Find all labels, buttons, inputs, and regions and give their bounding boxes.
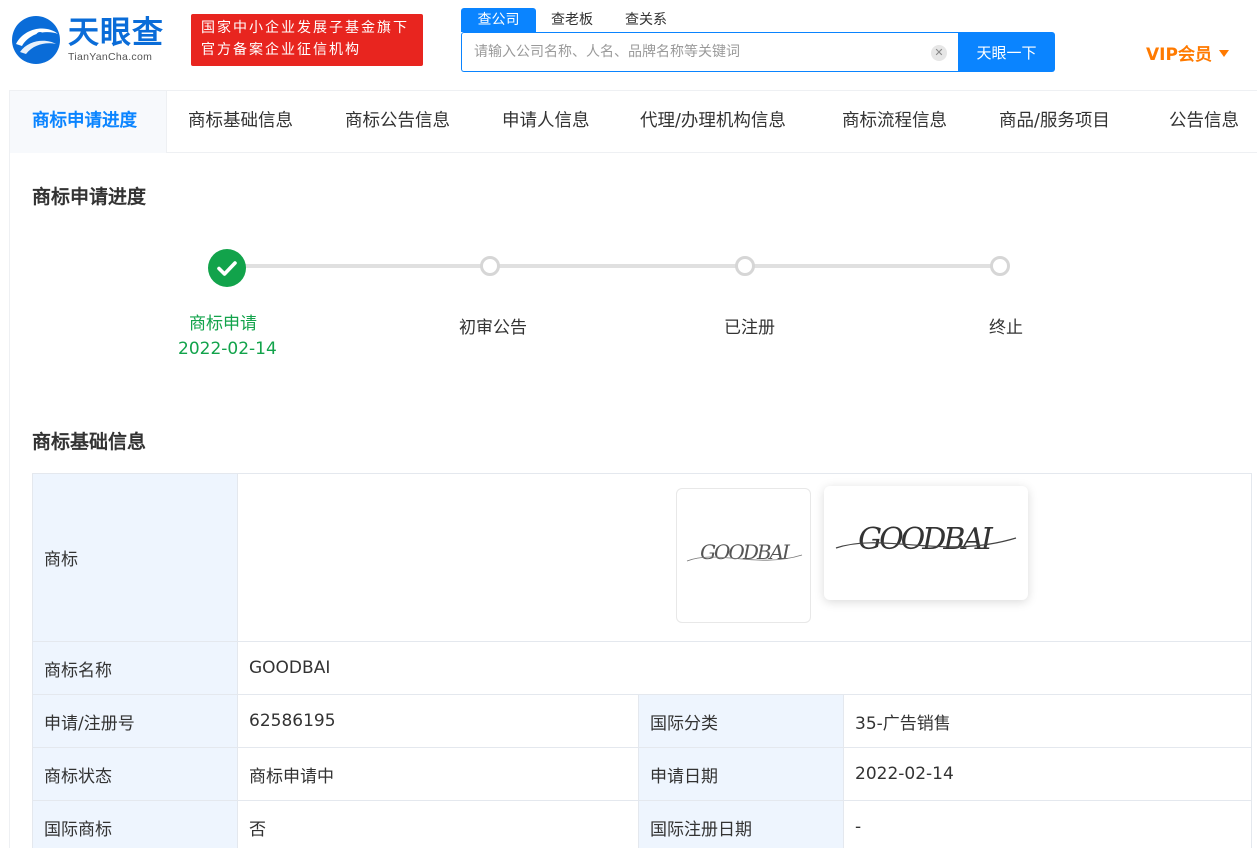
tianyancha-logo[interactable]: 天眼查 TianYanCha.com [10, 14, 180, 66]
official-badge: 国家中小企业发展子基金旗下 官方备案企业征信机构 [191, 14, 423, 66]
nav-item-announcement-info[interactable]: 商标公告信息 [345, 91, 450, 153]
table-row: 申请/注册号 62586195 国际分类 35-广告销售 [32, 694, 1252, 748]
nav-item-applicant-info[interactable]: 申请人信息 [502, 91, 590, 153]
trademark-label: 商标 [32, 473, 238, 642]
eye-logo-icon [12, 16, 60, 64]
trademark-name-label: 商标名称 [32, 641, 238, 695]
trademark-wordmark-small-text: GOODBAI [700, 540, 791, 564]
tab-search-relation[interactable]: 查关系 [615, 8, 677, 32]
search-button[interactable]: 天眼一下 [958, 32, 1055, 72]
trademark-wordmark-large-text: GOODBAI [858, 522, 994, 557]
tab-search-boss[interactable]: 查老板 [541, 8, 603, 32]
nav-item-basic-info[interactable]: 商标基础信息 [188, 91, 293, 153]
apply-date-value: 2022-02-14 [843, 747, 1252, 801]
reg-number-value: 62586195 [237, 694, 639, 748]
trademark-status-label: 商标状态 [32, 747, 238, 801]
step-dot-registered [735, 256, 755, 276]
trademark-wordmark-small: GOODBAI [686, 540, 803, 564]
badge-line-1: 国家中小企业发展子基金旗下 [201, 20, 409, 36]
trademark-status-value: 商标申请中 [237, 747, 639, 801]
table-row: 商标状态 商标申请中 申请日期 2022-02-14 [32, 747, 1252, 801]
nav-item-notice-info[interactable]: 公告信息 [1169, 91, 1239, 153]
basic-info-section-title: 商标基础信息 [32, 431, 147, 453]
nav-item-application-progress[interactable]: 商标申请进度 [10, 91, 167, 153]
vip-member-menu[interactable]: VIP会员 [1146, 40, 1229, 65]
vip-label: VIP会员 [1146, 45, 1212, 65]
table-row: 国际商标 否 国际注册日期 - [32, 800, 1252, 848]
basic-info-table: 商标 GOODBAI GOODBAI 商标名称 GOODBAI 申请/注册号 6… [32, 473, 1252, 848]
nav-item-goods-services[interactable]: 商品/服务项目 [999, 91, 1110, 153]
nav-item-process-info[interactable]: 商标流程信息 [842, 91, 947, 153]
step-label-terminated: 终止 [989, 318, 1023, 338]
search-input[interactable] [462, 33, 922, 71]
step-done-check-icon [208, 249, 246, 287]
search-box: ✕ [461, 32, 959, 72]
intl-reg-date-label: 国际注册日期 [638, 800, 844, 848]
caret-down-icon [1218, 49, 1229, 57]
intl-class-label: 国际分类 [638, 694, 844, 748]
step-label-preliminary: 初审公告 [459, 318, 527, 338]
step-label-application: 商标申请 [189, 314, 257, 334]
tab-search-company[interactable]: 查公司 [461, 8, 536, 32]
step-label-registered: 已注册 [724, 318, 775, 338]
step-date-application: 2022-02-14 [178, 339, 277, 359]
intl-class-value: 35-广告销售 [843, 694, 1252, 748]
table-row: 商标 GOODBAI GOODBAI [32, 473, 1252, 642]
trademark-image-cell: GOODBAI GOODBAI [237, 473, 1252, 642]
trademark-wordmark-large: GOODBAI [835, 522, 1017, 557]
nav-item-agency-info[interactable]: 代理/办理机构信息 [640, 91, 786, 153]
intl-trademark-label: 国际商标 [32, 800, 238, 848]
reg-number-label: 申请/注册号 [32, 694, 238, 748]
apply-date-label: 申请日期 [638, 747, 844, 801]
step-dot-preliminary [480, 256, 500, 276]
progress-section-title: 商标申请进度 [32, 186, 147, 208]
main-content: 商标申请进度 商标基础信息 商标公告信息 申请人信息 代理/办理机构信息 商标流… [9, 90, 1257, 848]
section-nav: 商标申请进度 商标基础信息 商标公告信息 申请人信息 代理/办理机构信息 商标流… [10, 90, 1257, 153]
step-dot-terminated [990, 256, 1010, 276]
intl-reg-date-value: - [843, 800, 1252, 848]
top-header: 天眼查 TianYanCha.com 国家中小企业发展子基金旗下 官方备案企业征… [0, 0, 1257, 90]
intl-trademark-value: 否 [237, 800, 639, 848]
table-row: 商标名称 GOODBAI [32, 641, 1252, 695]
logo-domain: TianYanCha.com [68, 51, 153, 63]
trademark-preview: GOODBAI [824, 486, 1028, 600]
progress-track [236, 264, 1000, 268]
trademark-name-value: GOODBAI [237, 641, 1252, 695]
clear-icon[interactable]: ✕ [931, 45, 947, 61]
badge-line-2: 官方备案企业征信机构 [201, 42, 361, 58]
logo-text: 天眼查 [68, 15, 164, 51]
trademark-thumbnail[interactable]: GOODBAI [676, 488, 811, 623]
